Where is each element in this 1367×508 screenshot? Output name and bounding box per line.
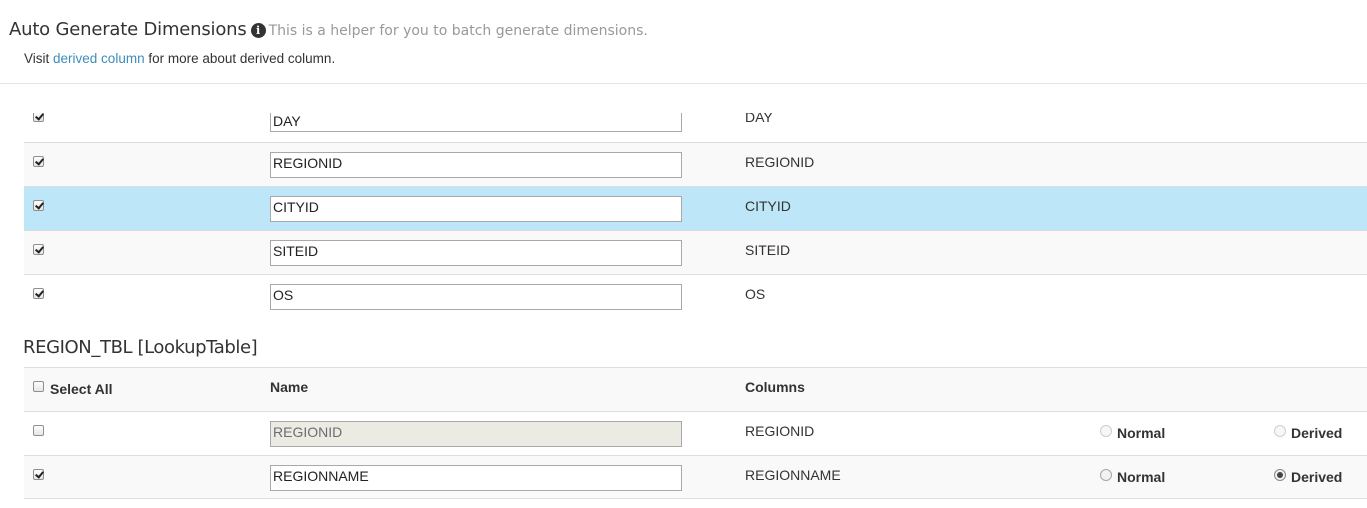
normal-label[interactable]: Normal <box>1117 469 1165 485</box>
derived-column-link[interactable]: derived column <box>53 51 145 66</box>
normal-radio <box>1100 425 1112 437</box>
table-row: REGIONID REGIONID <box>24 142 1367 186</box>
dimension-name-input[interactable]: DAY <box>270 110 682 132</box>
column-name: REGIONNAME <box>745 467 841 483</box>
row-checkbox[interactable] <box>33 469 44 480</box>
row-checkbox[interactable] <box>33 156 44 167</box>
table-row: REGIONID REGIONID Normal Derived <box>24 411 1367 455</box>
derived-label: Derived <box>1291 425 1343 441</box>
column-name: REGIONID <box>745 423 815 439</box>
column-name: SITEID <box>745 242 791 258</box>
select-all-checkbox[interactable] <box>33 381 44 392</box>
table-header-row: Select All Name Columns <box>24 367 1367 411</box>
table-row: SITEID SITEID <box>24 230 1367 274</box>
normal-radio[interactable] <box>1100 469 1112 481</box>
visit-suffix: for more about derived column. <box>148 51 336 66</box>
scroll-clip <box>0 85 1367 113</box>
column-name: CITYID <box>745 198 791 214</box>
derived-radio <box>1274 425 1286 437</box>
column-name: OS <box>745 286 766 302</box>
dimension-name-input[interactable]: OS <box>270 284 682 310</box>
dimension-name-input: REGIONID <box>270 421 682 447</box>
row-checkbox[interactable] <box>33 425 44 436</box>
info-icon[interactable]: i <box>250 23 266 38</box>
dimension-name-input[interactable]: REGIONNAME <box>270 465 682 491</box>
dimension-name-input[interactable]: CITYID <box>270 196 682 222</box>
dimension-name-input[interactable]: REGIONID <box>270 152 682 178</box>
modal-header: Auto Generate Dimensions i This is a helpe… <box>0 0 1367 84</box>
table-row: CITYID CITYID <box>24 186 1367 230</box>
name-header: Name <box>270 379 309 395</box>
column-name: REGIONID <box>745 154 815 170</box>
normal-label: Normal <box>1117 425 1166 441</box>
columns-header: Columns <box>745 379 805 395</box>
helper-text: This is a helper for you to batch genera… <box>268 23 648 39</box>
title-line: Auto Generate Dimensions i This is a helpe… <box>9 19 648 40</box>
row-checkbox[interactable] <box>33 244 44 255</box>
visit-line: Visit derived column for more about deri… <box>24 51 335 66</box>
dimension-name-input[interactable]: SITEID <box>270 240 682 266</box>
lookup-table-title: REGION_TBL [LookupTable] <box>23 337 258 358</box>
table-row: REGIONNAME REGIONNAME Normal Derived <box>24 455 1367 499</box>
table-row: OS OS <box>24 274 1367 318</box>
page-title: Auto Generate Dimensions <box>9 19 247 40</box>
derived-label[interactable]: Derived <box>1291 469 1342 485</box>
select-all-label[interactable]: Select All <box>50 381 113 397</box>
visit-prefix: Visit <box>24 51 50 66</box>
row-checkbox[interactable] <box>33 288 44 299</box>
row-checkbox[interactable] <box>33 200 44 211</box>
derived-radio[interactable] <box>1274 469 1286 481</box>
